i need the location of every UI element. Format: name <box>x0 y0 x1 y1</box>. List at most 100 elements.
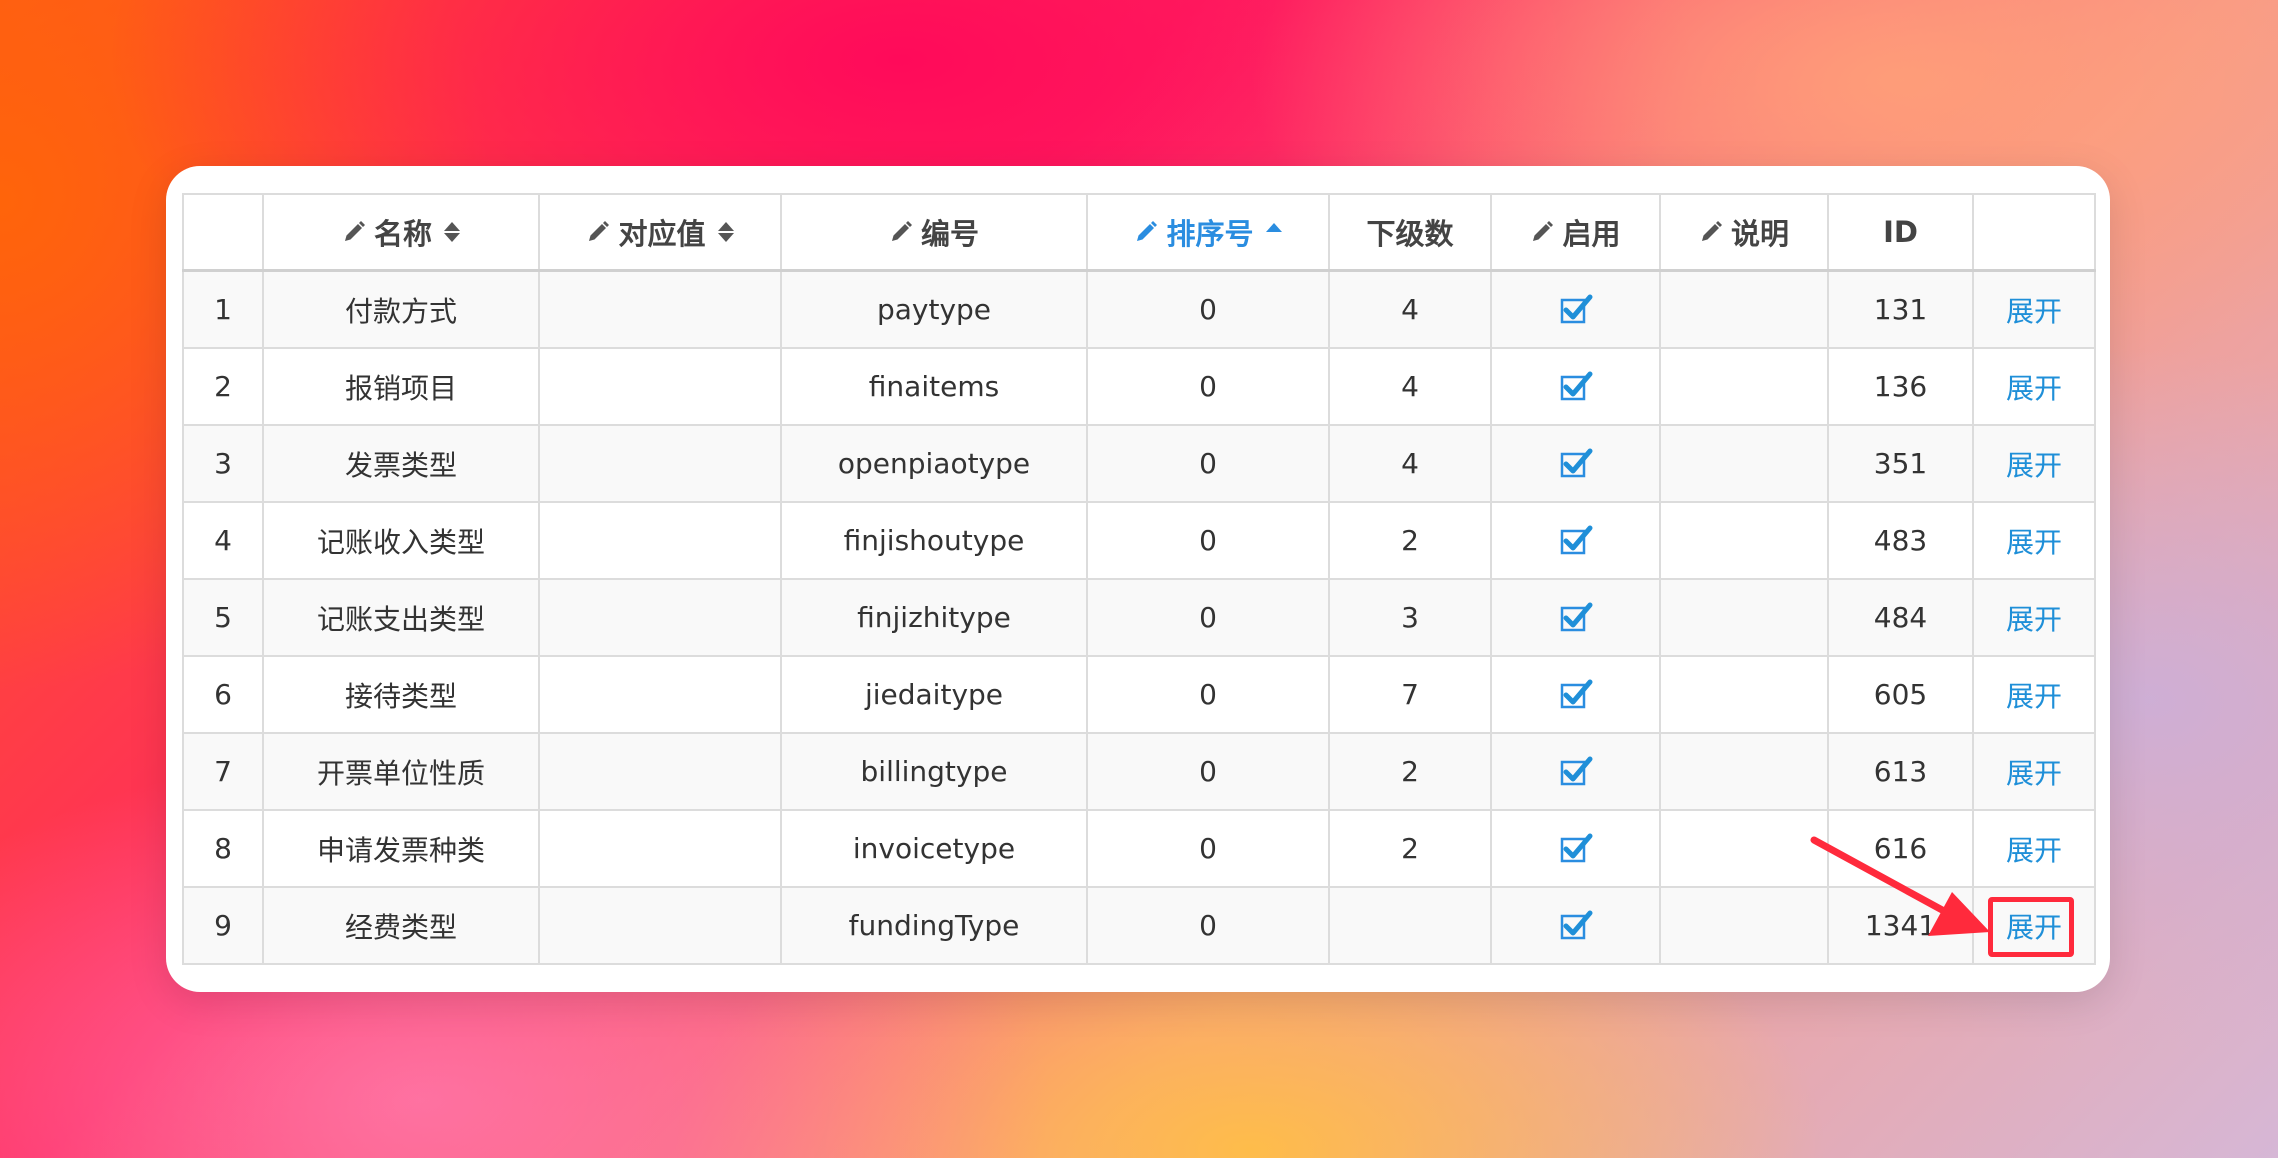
cell-code[interactable]: paytype <box>780 269 1088 349</box>
cell-value[interactable] <box>538 269 782 349</box>
cell-value[interactable] <box>538 732 782 811</box>
pencil-icon <box>891 221 912 241</box>
cell-value[interactable] <box>538 501 782 580</box>
cell-value[interactable] <box>538 424 782 503</box>
cell-id: 484 <box>1827 578 1974 657</box>
column-header-name[interactable]: 名称 <box>262 193 540 272</box>
cell-name[interactable]: 付款方式 <box>262 269 540 349</box>
cell-enabled <box>1490 655 1661 734</box>
cell-value[interactable] <box>538 655 782 734</box>
cell-code[interactable]: fundingType <box>780 886 1088 965</box>
checkbox-checked-icon[interactable] <box>1559 524 1593 558</box>
expand-link[interactable]: 展开 <box>2006 444 2062 484</box>
cell-order[interactable]: 0 <box>1086 655 1330 734</box>
cell-name[interactable]: 发票类型 <box>262 424 540 503</box>
pencil-icon <box>1137 221 1158 241</box>
cell-remark[interactable] <box>1659 732 1829 811</box>
cell-remark[interactable] <box>1659 809 1829 888</box>
cell-action: 展开 <box>1972 886 2096 965</box>
cell-order[interactable]: 0 <box>1086 269 1330 349</box>
table-row: 9 经费类型 fundingType 0 1341 展开 <box>182 886 2096 965</box>
checkbox-checked-icon[interactable] <box>1559 370 1593 404</box>
cell-id: 131 <box>1827 269 1974 349</box>
cell-value[interactable] <box>538 886 782 965</box>
cell-order[interactable]: 0 <box>1086 347 1330 426</box>
cell-children: 4 <box>1328 347 1492 426</box>
cell-code[interactable]: invoicetype <box>780 809 1088 888</box>
cell-remark[interactable] <box>1659 886 1829 965</box>
cell-order[interactable]: 0 <box>1086 424 1330 503</box>
cell-name[interactable]: 经费类型 <box>262 886 540 965</box>
cell-code[interactable]: finjishoutype <box>780 501 1088 580</box>
column-header-code[interactable]: 编号 <box>780 193 1088 272</box>
cell-remark[interactable] <box>1659 501 1829 580</box>
cell-code[interactable]: jiedaitype <box>780 655 1088 734</box>
cell-code[interactable]: openpiaotype <box>780 424 1088 503</box>
expand-link[interactable]: 展开 <box>2006 675 2062 715</box>
cell-name[interactable]: 记账支出类型 <box>262 578 540 657</box>
expand-link[interactable]: 展开 <box>2006 598 2062 638</box>
checkbox-checked-icon[interactable] <box>1559 447 1593 481</box>
cell-name[interactable]: 接待类型 <box>262 655 540 734</box>
table-row: 1 付款方式 paytype 0 4 131 展开 <box>182 269 2096 349</box>
expand-link[interactable]: 展开 <box>2006 290 2062 330</box>
cell-order[interactable]: 0 <box>1086 578 1330 657</box>
column-header-remark[interactable]: 说明 <box>1659 193 1829 272</box>
expand-link[interactable]: 展开 <box>2006 521 2062 561</box>
sort-asc-icon[interactable] <box>1265 222 1282 232</box>
cell-order[interactable]: 0 <box>1086 809 1330 888</box>
checkbox-checked-icon[interactable] <box>1559 909 1593 943</box>
cell-order[interactable]: 0 <box>1086 732 1330 811</box>
cell-name[interactable]: 申请发票种类 <box>262 809 540 888</box>
checkbox-checked-icon[interactable] <box>1559 755 1593 789</box>
cell-enabled <box>1490 424 1661 503</box>
cell-index: 8 <box>182 809 264 888</box>
cell-index: 6 <box>182 655 264 734</box>
cell-name[interactable]: 记账收入类型 <box>262 501 540 580</box>
table-row: 4 记账收入类型 finjishoutype 0 2 483 展开 <box>182 501 2096 580</box>
cell-order[interactable]: 0 <box>1086 886 1330 965</box>
cell-remark[interactable] <box>1659 269 1829 349</box>
cell-action: 展开 <box>1972 501 2096 580</box>
cell-id: 136 <box>1827 347 1974 426</box>
sort-icon[interactable] <box>717 222 734 242</box>
cell-remark[interactable] <box>1659 655 1829 734</box>
cell-code[interactable]: finjizhitype <box>780 578 1088 657</box>
data-table: 名称 对应值 编号 排序号 下级数 启用 说明 ID 1 付款方式 paytype 0 4 131 展开 2… <box>182 193 2096 965</box>
cell-id: 1341 <box>1827 886 1974 965</box>
column-header-enabled[interactable]: 启用 <box>1490 193 1661 272</box>
table-row: 2 报销项目 finaitems 0 4 136 展开 <box>182 347 2096 426</box>
cell-value[interactable] <box>538 809 782 888</box>
cell-index: 9 <box>182 886 264 965</box>
cell-name[interactable]: 开票单位性质 <box>262 732 540 811</box>
cell-remark[interactable] <box>1659 424 1829 503</box>
expand-link[interactable]: 展开 <box>2006 829 2062 869</box>
cell-index: 7 <box>182 732 264 811</box>
column-header-label: ID <box>1883 215 1918 249</box>
cell-name[interactable]: 报销项目 <box>262 347 540 426</box>
cell-remark[interactable] <box>1659 578 1829 657</box>
column-header-action <box>1972 193 2096 272</box>
column-header-value[interactable]: 对应值 <box>538 193 782 272</box>
checkbox-checked-icon[interactable] <box>1559 601 1593 635</box>
pencil-icon <box>1701 221 1722 241</box>
cell-code[interactable]: billingtype <box>780 732 1088 811</box>
expand-link[interactable]: 展开 <box>2006 367 2062 407</box>
column-header-order[interactable]: 排序号 <box>1086 193 1330 272</box>
checkbox-checked-icon[interactable] <box>1559 832 1593 866</box>
cell-value[interactable] <box>538 578 782 657</box>
cell-id: 605 <box>1827 655 1974 734</box>
sort-icon[interactable] <box>444 222 460 242</box>
expand-link[interactable]: 展开 <box>2006 752 2062 792</box>
cell-enabled <box>1490 732 1661 811</box>
cell-order[interactable]: 0 <box>1086 501 1330 580</box>
cell-index: 4 <box>182 501 264 580</box>
checkbox-checked-icon[interactable] <box>1559 678 1593 712</box>
cell-code[interactable]: finaitems <box>780 347 1088 426</box>
expand-link[interactable]: 展开 <box>2006 906 2062 946</box>
cell-index: 1 <box>182 269 264 349</box>
cell-remark[interactable] <box>1659 347 1829 426</box>
cell-value[interactable] <box>538 347 782 426</box>
cell-enabled <box>1490 501 1661 580</box>
checkbox-checked-icon[interactable] <box>1559 293 1593 327</box>
